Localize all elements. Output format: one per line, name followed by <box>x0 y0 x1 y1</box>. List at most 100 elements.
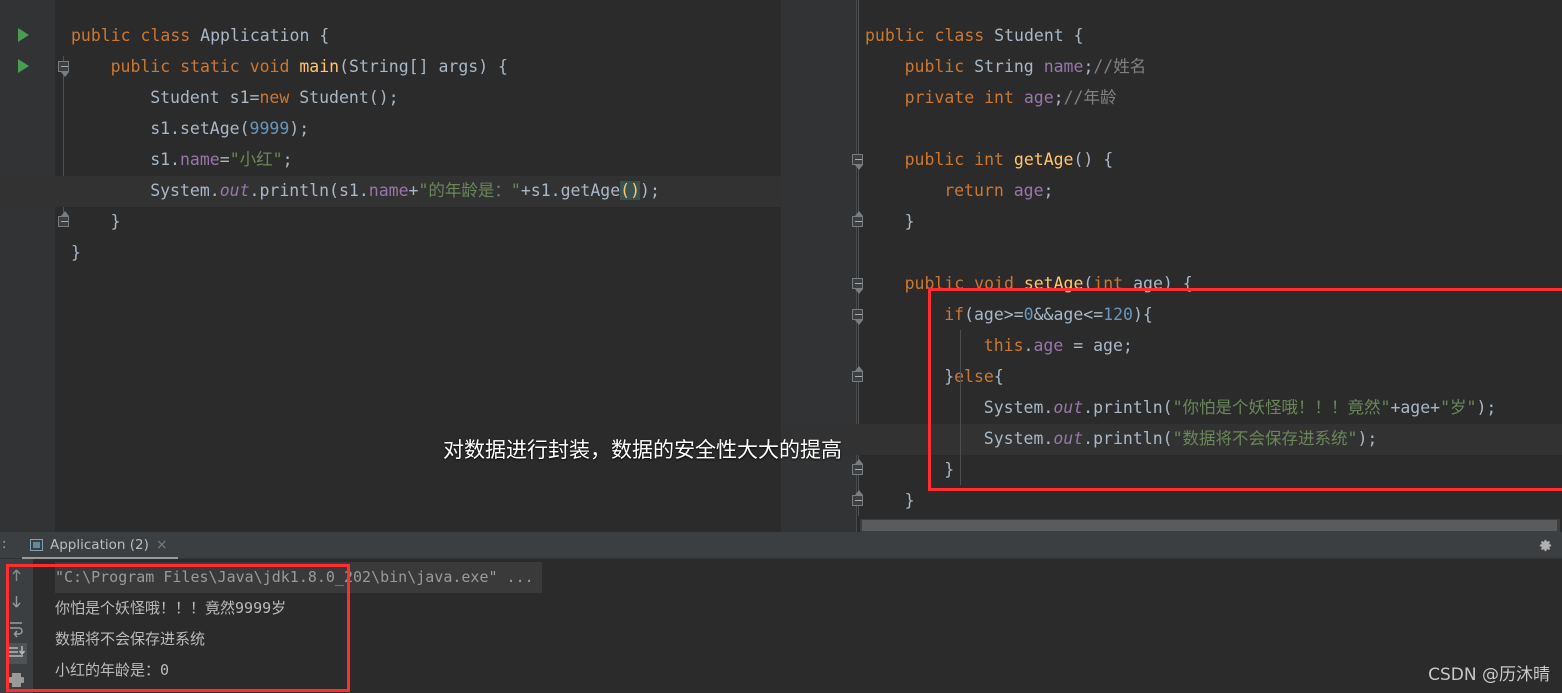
code-token: public <box>110 57 181 76</box>
code-line[interactable]: public class Application { <box>71 20 329 51</box>
code-line[interactable]: public class Student { <box>865 20 1084 51</box>
code-token: } <box>904 212 915 231</box>
run-configuration-icon <box>30 538 43 551</box>
gutter-left[interactable] <box>0 0 55 532</box>
code-content-right[interactable]: public class Student {public String name… <box>857 0 1562 532</box>
code-token: { <box>1063 26 1084 45</box>
editor-pane-right[interactable]: 2345678910111213141516171819 public clas… <box>781 0 1562 532</box>
code-token: return <box>944 181 1014 200</box>
code-token: (age>= <box>964 305 1024 324</box>
code-token: Application <box>200 26 310 45</box>
code-token: System <box>983 429 1044 448</box>
code-token: private <box>904 88 985 107</box>
code-token: .println( <box>1083 429 1173 448</box>
overlay-caption: 对数据进行封装，数据的安全性大大的提高 <box>443 438 842 462</box>
code-token: s1= <box>219 88 260 107</box>
code-token: s1. <box>150 119 180 138</box>
code-token: "的年龄是：" <box>418 181 521 200</box>
code-token: ; <box>282 150 293 169</box>
code-token: "数据将不会保存进系统" <box>1172 429 1358 448</box>
code-token: 120 <box>1103 305 1133 324</box>
code-line[interactable]: Student s1=new Student(); <box>150 82 398 113</box>
tab-label: Application (2) <box>50 536 149 553</box>
code-line[interactable]: public static void main(String[] args) { <box>111 51 508 82</box>
indent-guide <box>960 330 961 392</box>
console-output-line: 小红的年龄是：0 <box>55 661 170 679</box>
code-token: setAge <box>1023 274 1084 293</box>
code-token: name <box>368 181 409 200</box>
code-token: main <box>299 57 340 76</box>
soft-wrap-icon[interactable] <box>6 617 27 638</box>
gear-icon[interactable] <box>1538 538 1553 553</box>
code-token: Student <box>994 26 1064 45</box>
scroll-to-end-icon[interactable] <box>6 643 27 664</box>
print-icon[interactable] <box>6 669 27 690</box>
code-line[interactable]: this.age = age; <box>984 330 1133 361</box>
code-token: out <box>219 181 250 200</box>
code-token: ); <box>1357 429 1378 448</box>
horizontal-scrollbar-thumb[interactable] <box>862 520 1557 531</box>
code-token: 0 <box>1023 305 1034 324</box>
code-token: void <box>249 57 300 76</box>
code-line[interactable]: return age; <box>944 175 1053 206</box>
tab-application-run[interactable]: Application (2) × <box>22 532 178 559</box>
code-line[interactable]: s1.name="小红"; <box>150 144 292 175</box>
code-line[interactable]: public int getAge() { <box>905 144 1114 175</box>
console-command-line: "C:\Program Files\Java\jdk1.8.0_202\bin\… <box>55 562 542 593</box>
close-icon[interactable]: × <box>156 538 168 552</box>
run-gutter-icon[interactable] <box>18 59 29 73</box>
code-line[interactable]: }else{ <box>944 361 1004 392</box>
code-token: int <box>974 150 1014 169</box>
code-line[interactable]: System.out.println("你怕是个妖怪哦！！！竟然"+age+"岁… <box>984 392 1497 423</box>
code-token: age) { <box>1133 274 1193 293</box>
code-line[interactable]: } <box>111 206 121 237</box>
code-token: if <box>944 305 965 324</box>
code-line[interactable]: if(age>=0&&age<=120){ <box>944 299 1153 330</box>
indent-guide <box>960 392 961 485</box>
arrow-up-icon[interactable] <box>6 565 27 586</box>
code-token: out <box>1053 398 1084 417</box>
code-token: ){ <box>1132 305 1153 324</box>
code-line[interactable]: } <box>944 454 954 485</box>
console-toolbar <box>0 559 33 693</box>
code-token: Student <box>150 88 220 107</box>
code-token: "小红" <box>229 150 283 169</box>
code-token: +s1.getAge <box>520 181 621 200</box>
code-token: } <box>71 243 81 262</box>
code-token: new <box>259 88 300 107</box>
code-token: class <box>934 26 995 45</box>
code-token: () <box>620 181 641 200</box>
code-token: } <box>904 491 915 510</box>
code-token: ( <box>239 119 250 138</box>
code-line[interactable]: System.out.println(s1.name+"的年龄是："+s1.ge… <box>150 175 660 206</box>
code-token: int <box>1093 274 1134 293</box>
code-token: static <box>180 57 250 76</box>
code-token: String <box>349 57 409 76</box>
code-token: int <box>984 88 1024 107</box>
code-token: this <box>983 336 1024 355</box>
code-token: public <box>71 26 141 45</box>
code-token: public <box>904 57 975 76</box>
code-token: .println( <box>1083 398 1173 417</box>
code-token: = <box>219 150 230 169</box>
code-line[interactable]: public String name;//姓名 <box>905 51 1147 82</box>
code-token: ); <box>1476 398 1497 417</box>
code-line[interactable]: public void setAge(int age) { <box>905 268 1193 299</box>
code-token: . <box>209 181 220 200</box>
code-line[interactable]: private int age;//年龄 <box>905 82 1117 113</box>
code-token: . <box>1043 398 1054 417</box>
code-line[interactable]: } <box>71 237 81 268</box>
run-gutter-icon[interactable] <box>18 28 29 42</box>
code-token: 9999 <box>249 119 290 138</box>
code-token: "岁" <box>1440 398 1477 417</box>
code-line[interactable]: } <box>905 206 915 237</box>
code-line[interactable]: System.out.println("数据将不会保存进系统"); <box>984 423 1378 454</box>
code-token: class <box>140 26 201 45</box>
toolwindow-label: : <box>2 537 7 552</box>
code-line[interactable]: s1.setAge(9999); <box>150 113 309 144</box>
csdn-watermark: CSDN @历沐晴 <box>1428 665 1550 685</box>
arrow-down-icon[interactable] <box>6 591 27 612</box>
code-line[interactable]: } <box>905 485 915 516</box>
console-output[interactable]: "C:\Program Files\Java\jdk1.8.0_202\bin\… <box>33 559 1562 693</box>
